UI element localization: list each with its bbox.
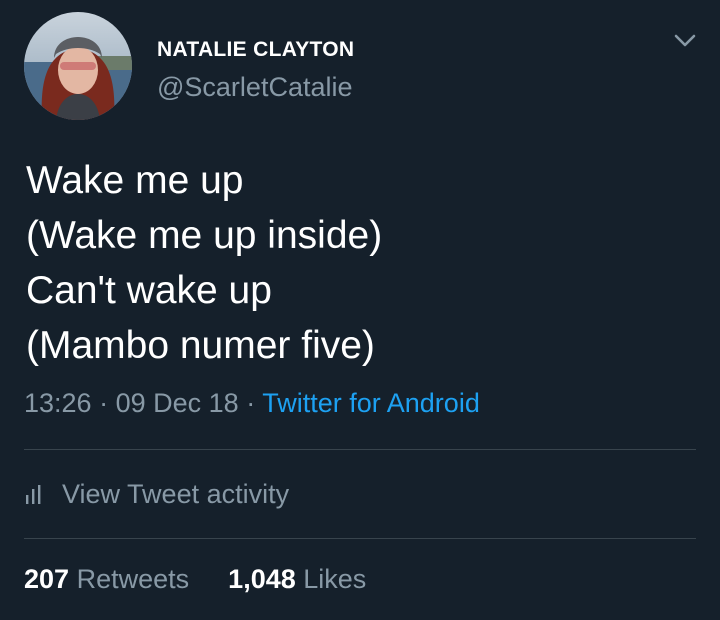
tweet-date: 09 Dec 18 <box>115 388 239 418</box>
chevron-down-icon[interactable] <box>672 30 698 52</box>
tweet-line: Wake me up <box>26 159 244 202</box>
user-handle[interactable]: @ScarletCatalie <box>157 72 353 103</box>
meta-separator: · <box>246 388 256 418</box>
avatar[interactable] <box>24 12 132 120</box>
retweets-label: Retweets <box>76 564 190 594</box>
tweet-source-link[interactable]: Twitter for Android <box>262 388 480 418</box>
tweet-line: (Wake me up inside) <box>26 214 383 257</box>
likes-label: Likes <box>303 564 367 594</box>
likes-count: 1,048 <box>228 564 296 594</box>
activity-label: View Tweet activity <box>62 478 290 509</box>
tweet-line: Can't wake up <box>26 269 272 312</box>
retweets-count: 207 <box>24 564 70 594</box>
divider <box>24 449 696 450</box>
tweet-line: (Mambo numer five) <box>26 324 375 367</box>
tweet-time: 13:26 <box>24 388 92 418</box>
tweet-meta: 13:26 · 09 Dec 18 · Twitter for Android <box>24 388 480 419</box>
retweets-link[interactable]: 207 Retweets <box>24 564 197 594</box>
likes-link[interactable]: 1,048 Likes <box>228 564 366 594</box>
profile-photo-icon <box>24 12 132 120</box>
meta-separator: · <box>99 388 109 418</box>
display-name[interactable]: NATALIE CLAYTON <box>157 38 354 62</box>
tweet-stats: 207 Retweets 1,048 Likes <box>24 564 366 595</box>
tweet-text: Wake me up (Wake me up inside) Can't wak… <box>26 153 696 373</box>
view-tweet-activity-button[interactable]: View Tweet activity <box>24 476 289 512</box>
bar-chart-icon <box>26 485 41 504</box>
divider <box>24 538 696 539</box>
